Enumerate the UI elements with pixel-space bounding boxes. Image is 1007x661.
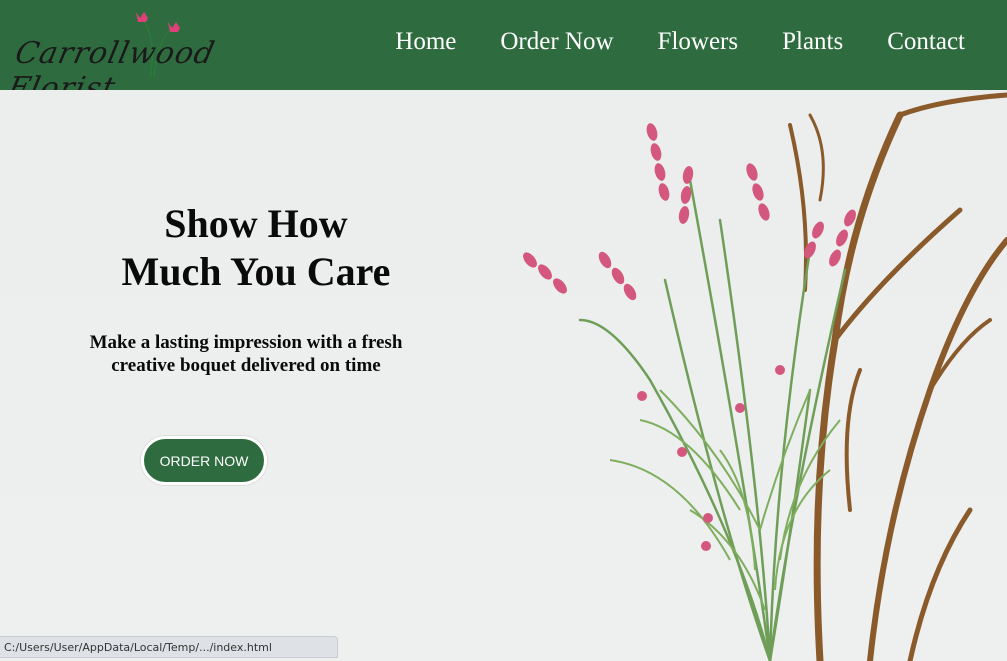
- browser-status-bar: C:/Users/User/AppData/Local/Temp/.../ind…: [0, 636, 338, 658]
- nav-plants[interactable]: Plants: [782, 28, 843, 56]
- site-logo[interactable]: Carrollwood Florist: [5, 8, 262, 106]
- headline-line-2: Much You Care: [121, 249, 391, 294]
- nav-home[interactable]: Home: [395, 28, 456, 56]
- main-nav: Home Order Now Flowers Plants Contact: [351, 28, 965, 56]
- hero-subhead: Make a lasting impression with a fresh c…: [89, 332, 403, 376]
- order-now-button[interactable]: ORDER NOW: [141, 436, 267, 485]
- headline-line-1: Show How: [164, 201, 348, 246]
- hero-flower-image: [523, 92, 1007, 661]
- hero-headline: Show How Much You Care: [56, 200, 456, 296]
- hero-section: Show How Much You Care Make a lasting im…: [0, 90, 1007, 661]
- nav-flowers[interactable]: Flowers: [658, 28, 739, 56]
- nav-contact[interactable]: Contact: [887, 28, 965, 56]
- nav-order-now[interactable]: Order Now: [500, 28, 613, 56]
- site-header: Carrollwood Florist Home Order Now Flowe…: [0, 0, 1007, 106]
